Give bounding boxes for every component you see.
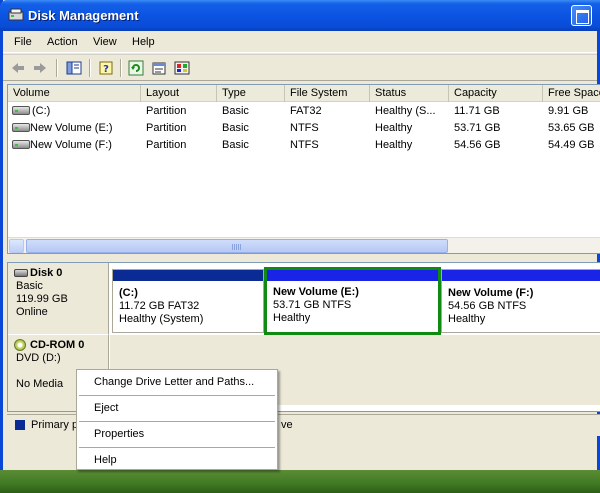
menu-separator <box>79 395 275 396</box>
cell-capacity: 53.71 GB <box>454 122 501 134</box>
disk-0-size: 119.99 GB <box>16 293 68 305</box>
cell-file-system: NTFS <box>290 139 319 151</box>
refresh-icon[interactable] <box>128 60 144 76</box>
drive-icon <box>12 106 30 115</box>
menu-view[interactable]: View <box>93 36 117 48</box>
partition-e[interactable]: New Volume (E:) 53.71 GB NTFS Healthy <box>264 267 441 335</box>
show-hide-console-tree-icon[interactable] <box>66 60 82 76</box>
cell-layout: Partition <box>146 105 187 117</box>
cell-status: Healthy <box>375 122 413 134</box>
cell-type: Basic <box>222 139 249 151</box>
toolbar: ? <box>3 54 597 81</box>
volume-row[interactable]: New Volume (E:) Partition Basic NTFS Hea… <box>8 120 600 137</box>
title-bar[interactable]: Disk Management <box>0 0 600 31</box>
column-header-status[interactable]: Status <box>370 85 449 102</box>
disk-0-type: Basic <box>16 280 43 292</box>
disk-0-name: Disk 0 <box>30 267 63 279</box>
toolbar-separator <box>56 59 58 77</box>
partition-status: Healthy (System) <box>119 313 204 325</box>
scroll-left-button[interactable] <box>9 239 24 253</box>
menu-help[interactable]: Help <box>132 36 155 48</box>
primary-partition-swatch <box>15 420 25 430</box>
partition-detail: 53.71 GB NTFS <box>273 299 352 311</box>
partition-bar <box>113 270 263 281</box>
horizontal-scrollbar[interactable] <box>8 237 600 253</box>
cell-layout: Partition <box>146 139 187 151</box>
column-header-volume[interactable]: Volume <box>8 85 141 102</box>
cell-volume: (C:) <box>32 105 51 117</box>
menu-item-eject[interactable]: Eject <box>94 402 118 414</box>
menu-file[interactable]: File <box>14 36 32 48</box>
legend-tail-label: ve <box>281 419 293 431</box>
cd-rom-0-label: CD-ROM 0 <box>14 339 108 352</box>
context-menu: Change Drive Letter and Paths... Eject P… <box>76 369 278 470</box>
toolbar-separator <box>120 59 122 77</box>
cd-rom-icon <box>14 339 26 351</box>
cell-status: Healthy (S... <box>375 105 436 117</box>
scroll-grip <box>232 244 242 250</box>
volume-list: Volume Layout Type File System Status Ca… <box>7 84 600 254</box>
scroll-thumb[interactable] <box>26 239 448 253</box>
partition-bar <box>442 270 600 281</box>
svg-text:?: ? <box>103 64 109 75</box>
cell-status: Healthy <box>375 139 413 151</box>
partition-bar <box>267 270 438 281</box>
volume-row[interactable]: New Volume (F:) Partition Basic NTFS Hea… <box>8 137 600 154</box>
cell-free-space: 54.49 GB <box>548 139 595 151</box>
menu-separator <box>79 421 275 422</box>
hard-disk-icon <box>14 269 28 277</box>
disk-management-icon <box>8 8 24 21</box>
partition-detail: 54.56 GB NTFS <box>448 300 527 312</box>
cd-rom-0-name: CD-ROM 0 <box>30 339 85 351</box>
column-header-layout[interactable]: Layout <box>141 85 217 102</box>
cell-file-system: FAT32 <box>290 105 322 117</box>
disk-0-info[interactable]: Disk 0 Basic 119.99 GB Online <box>8 263 109 335</box>
help-icon[interactable]: ? <box>98 60 114 76</box>
partition-status: Healthy <box>273 312 311 324</box>
cell-type: Basic <box>222 105 249 117</box>
desktop-background <box>0 470 600 493</box>
cd-rom-0-type: DVD (D:) <box>16 352 61 364</box>
column-header-type[interactable]: Type <box>217 85 285 102</box>
menu-item-help[interactable]: Help <box>94 454 117 466</box>
cell-capacity: 11.71 GB <box>454 105 500 117</box>
partition-detail: 11.72 GB FAT32 <box>119 300 200 312</box>
cell-capacity: 54.56 GB <box>454 139 501 151</box>
partition-c[interactable]: (C:) 11.72 GB FAT32 Healthy (System) <box>112 269 264 333</box>
column-header-file-system[interactable]: File System <box>285 85 370 102</box>
drive-icon <box>12 140 30 149</box>
forward-arrow-icon[interactable] <box>32 60 48 76</box>
partition-status: Healthy <box>448 313 486 325</box>
partition-f[interactable]: New Volume (F:) 54.56 GB NTFS Healthy <box>441 269 600 333</box>
back-arrow-icon[interactable] <box>10 60 26 76</box>
maximize-button[interactable] <box>571 5 592 26</box>
cell-free-space: 9.91 GB <box>548 105 589 117</box>
column-header-free-space[interactable]: Free Space <box>543 85 600 102</box>
properties-icon[interactable] <box>151 60 167 76</box>
volume-row[interactable]: (C:) Partition Basic FAT32 Healthy (S...… <box>8 103 600 120</box>
volume-list-header: Volume Layout Type File System Status Ca… <box>8 85 600 102</box>
cell-file-system: NTFS <box>290 122 319 134</box>
cell-free-space: 53.65 GB <box>548 122 595 134</box>
toolbar-separator <box>89 59 91 77</box>
cell-volume: New Volume (F:) <box>30 139 112 151</box>
rescan-disks-icon[interactable] <box>174 60 190 76</box>
menu-action[interactable]: Action <box>47 36 78 48</box>
disk-0-label: Disk 0 <box>14 267 108 280</box>
disk-0-state: Online <box>16 306 48 318</box>
cell-volume: New Volume (E:) <box>30 122 113 134</box>
cell-layout: Partition <box>146 122 187 134</box>
menu-separator <box>79 447 275 448</box>
menu-bar: File Action View Help <box>3 31 597 53</box>
window-title: Disk Management <box>28 8 139 23</box>
drive-icon <box>12 123 30 132</box>
partition-title: (C:) <box>119 287 138 299</box>
partition-title: New Volume (E:) <box>273 286 359 298</box>
column-header-capacity[interactable]: Capacity <box>449 85 543 102</box>
menu-item-change-drive-letter[interactable]: Change Drive Letter and Paths... <box>94 376 254 388</box>
partition-title: New Volume (F:) <box>448 287 534 299</box>
menu-item-properties[interactable]: Properties <box>94 428 144 440</box>
cell-type: Basic <box>222 122 249 134</box>
